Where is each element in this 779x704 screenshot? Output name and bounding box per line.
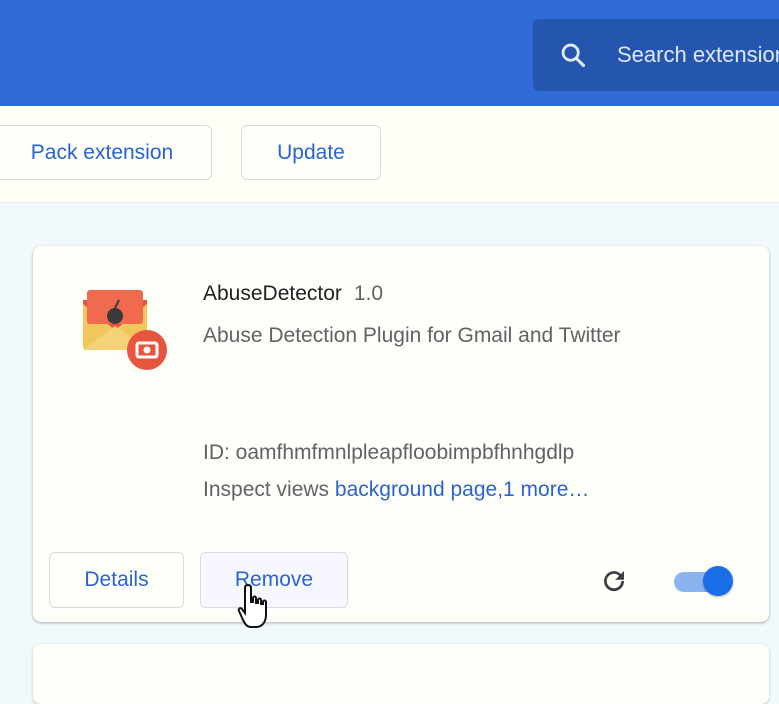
search-input[interactable]: Search extensions	[617, 42, 779, 68]
top-header-bar: Search extensions	[0, 0, 779, 106]
extension-title: AbuseDetector 1.0	[203, 282, 383, 306]
extension-name: AbuseDetector	[203, 282, 342, 305]
remove-button[interactable]: Remove	[200, 552, 348, 608]
inspect-views-label: Inspect views	[203, 478, 330, 501]
search-icon	[561, 43, 586, 68]
extension-card	[33, 644, 769, 704]
inspect-views-link[interactable]: background page,1 more…	[335, 478, 590, 501]
details-button[interactable]: Details	[49, 552, 184, 608]
enable-toggle-knob[interactable]	[703, 566, 733, 596]
extension-card: AbuseDetector 1.0 Abuse Detection Plugin …	[33, 246, 769, 622]
extension-description: Abuse Detection Plugin for Gmail and Twi…	[203, 324, 621, 347]
update-button[interactable]: Update	[241, 125, 381, 180]
extension-version: 1.0	[353, 282, 384, 305]
hand-cursor-icon	[237, 583, 267, 628]
developer-toolbar: Pack extension Update	[0, 106, 779, 203]
search-box[interactable]: Search extensions	[533, 19, 779, 91]
reload-icon[interactable]	[599, 566, 629, 596]
pack-extension-button[interactable]: Pack extension	[0, 125, 212, 180]
extension-id: ID: oamfhmfmnlpleapfloobimpbfhnhgdlp	[203, 441, 575, 464]
inspect-views: Inspect views background page,1 more…	[203, 478, 589, 502]
envelope-bomb-icon	[83, 290, 167, 370]
